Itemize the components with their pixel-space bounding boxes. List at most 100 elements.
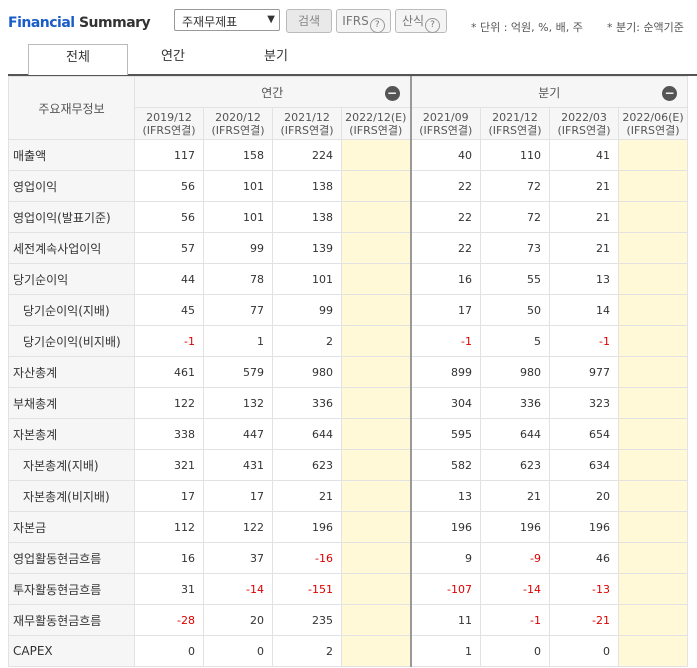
formula-help-button[interactable]: 산식? <box>395 9 447 33</box>
table-cell: -1 <box>549 325 619 357</box>
tab-annual[interactable]: 연간 <box>133 44 213 72</box>
table-cell: 461 <box>134 356 204 388</box>
row-label: 부채총계 <box>8 387 135 419</box>
table-cell: 22 <box>409 170 481 202</box>
table-cell: -1 <box>480 604 550 636</box>
table-cell: 17 <box>409 294 481 326</box>
table-cell: -1 <box>409 325 481 357</box>
table-cell: 55 <box>480 263 550 295</box>
table-cell: 37 <box>203 542 273 574</box>
row-label: 재무활동현금흐름 <box>8 604 135 636</box>
table-cell: -1 <box>134 325 204 357</box>
table-cell: -21 <box>549 604 619 636</box>
table-row: 영업활동현금흐름 16 37 -16 9 -9 46 <box>8 542 688 574</box>
table-row: 세전계속사업이익 57 99 139 22 73 21 <box>8 232 688 264</box>
table-cell <box>341 232 411 264</box>
table-cell: 304 <box>409 387 481 419</box>
table-cell: 72 <box>480 170 550 202</box>
table-cell <box>341 418 411 450</box>
column-period: 2020/12 <box>215 110 261 124</box>
table-cell: 138 <box>272 170 342 202</box>
table-cell: 235 <box>272 604 342 636</box>
table-cell: 2 <box>272 635 342 667</box>
table-cell: 224 <box>272 139 342 171</box>
table-cell: 623 <box>272 449 342 481</box>
column-header: 2022/06(E) (IFRS연결) <box>618 107 688 140</box>
table-cell: 20 <box>203 604 273 636</box>
table-cell: 9 <box>409 542 481 574</box>
table-cell: 31 <box>134 573 204 605</box>
column-period: 2021/12 <box>284 110 330 124</box>
row-label: 당기순이익(비지배) <box>8 325 135 357</box>
table-cell: 138 <box>272 201 342 233</box>
tab-all[interactable]: 전체 <box>28 44 128 75</box>
table-cell: 899 <box>409 356 481 388</box>
table-cell: -13 <box>549 573 619 605</box>
table-cell <box>341 387 411 419</box>
quarter-group-header: 분기 − <box>409 76 688 108</box>
table-cell: 1 <box>409 635 481 667</box>
ifrs-label: IFRS <box>342 14 369 28</box>
column-header: 2019/12 (IFRS연결) <box>134 107 204 140</box>
column-basis: (IFRS연결) <box>488 123 542 137</box>
column-basis: (IFRS연결) <box>349 123 403 137</box>
column-period: 2019/12 <box>146 110 192 124</box>
table-cell: -14 <box>480 573 550 605</box>
table-cell: 980 <box>272 356 342 388</box>
row-label: 당기순이익(지배) <box>8 294 135 326</box>
table-cell: 582 <box>409 449 481 481</box>
column-header: 2020/12 (IFRS연결) <box>203 107 273 140</box>
financial-summary-table: 주요재무정보 연간 − 분기 − 2019/12 (IFRS연결) 2020/12(… <box>8 76 688 667</box>
statement-select[interactable]: 주재무제표 ▼ <box>174 9 280 31</box>
table-row: 재무활동현금흐름 -28 20 235 11 -1 -21 <box>8 604 688 636</box>
table-cell: 56 <box>134 170 204 202</box>
table-cell <box>618 356 688 388</box>
table-cell: 50 <box>480 294 550 326</box>
table-row: 자산총계 461 579 980 899 980 977 <box>8 356 688 388</box>
table-row: 투자활동현금흐름 31 -14 -151 -107 -14 -13 <box>8 573 688 605</box>
chevron-down-icon: ▼ <box>267 14 275 25</box>
table-row: 당기순이익 44 78 101 16 55 13 <box>8 263 688 295</box>
table-cell: 196 <box>480 511 550 543</box>
row-label: 자본총계 <box>8 418 135 450</box>
column-basis: (IFRS연결) <box>142 123 196 137</box>
table-cell: 447 <box>203 418 273 450</box>
table-cell <box>618 573 688 605</box>
table-cell: 101 <box>203 170 273 202</box>
table-cell: 14 <box>549 294 619 326</box>
table-cell: 41 <box>549 139 619 171</box>
table-cell <box>618 170 688 202</box>
table-cell <box>618 542 688 574</box>
toolbar: Financial Summary 주재무제표 ▼ 검색 IFRS? 산식? *… <box>0 0 697 44</box>
table-cell: 122 <box>134 387 204 419</box>
column-period: 2022/06(E) <box>622 110 684 124</box>
table-cell <box>618 387 688 419</box>
table-cell: 336 <box>480 387 550 419</box>
annual-group-header: 연간 − <box>134 76 411 108</box>
table-cell: 99 <box>272 294 342 326</box>
table-cell <box>618 604 688 636</box>
table-cell: 78 <box>203 263 273 295</box>
table-cell: 73 <box>480 232 550 264</box>
table-cell: 72 <box>480 201 550 233</box>
table-cell <box>618 325 688 357</box>
table-cell: 644 <box>272 418 342 450</box>
table-cell <box>341 604 411 636</box>
table-cell <box>618 449 688 481</box>
table-row: 당기순이익(비지배) -1 1 2 -1 5 -1 <box>8 325 688 357</box>
row-label: 자본총계(비지배) <box>8 480 135 512</box>
collapse-quarter-icon[interactable]: − <box>662 86 677 101</box>
table-cell: 21 <box>549 170 619 202</box>
table-cell <box>341 139 411 171</box>
ifrs-help-button[interactable]: IFRS? <box>336 9 391 33</box>
table-cell <box>618 263 688 295</box>
tab-quarter[interactable]: 분기 <box>236 44 316 72</box>
table-cell: 196 <box>272 511 342 543</box>
table-cell: 579 <box>203 356 273 388</box>
collapse-annual-icon[interactable]: − <box>384 86 400 101</box>
formula-label: 산식 <box>401 14 425 28</box>
table-cell: 21 <box>480 480 550 512</box>
table-cell: 623 <box>480 449 550 481</box>
row-label: 자본금 <box>8 511 135 543</box>
search-button[interactable]: 검색 <box>286 9 332 33</box>
